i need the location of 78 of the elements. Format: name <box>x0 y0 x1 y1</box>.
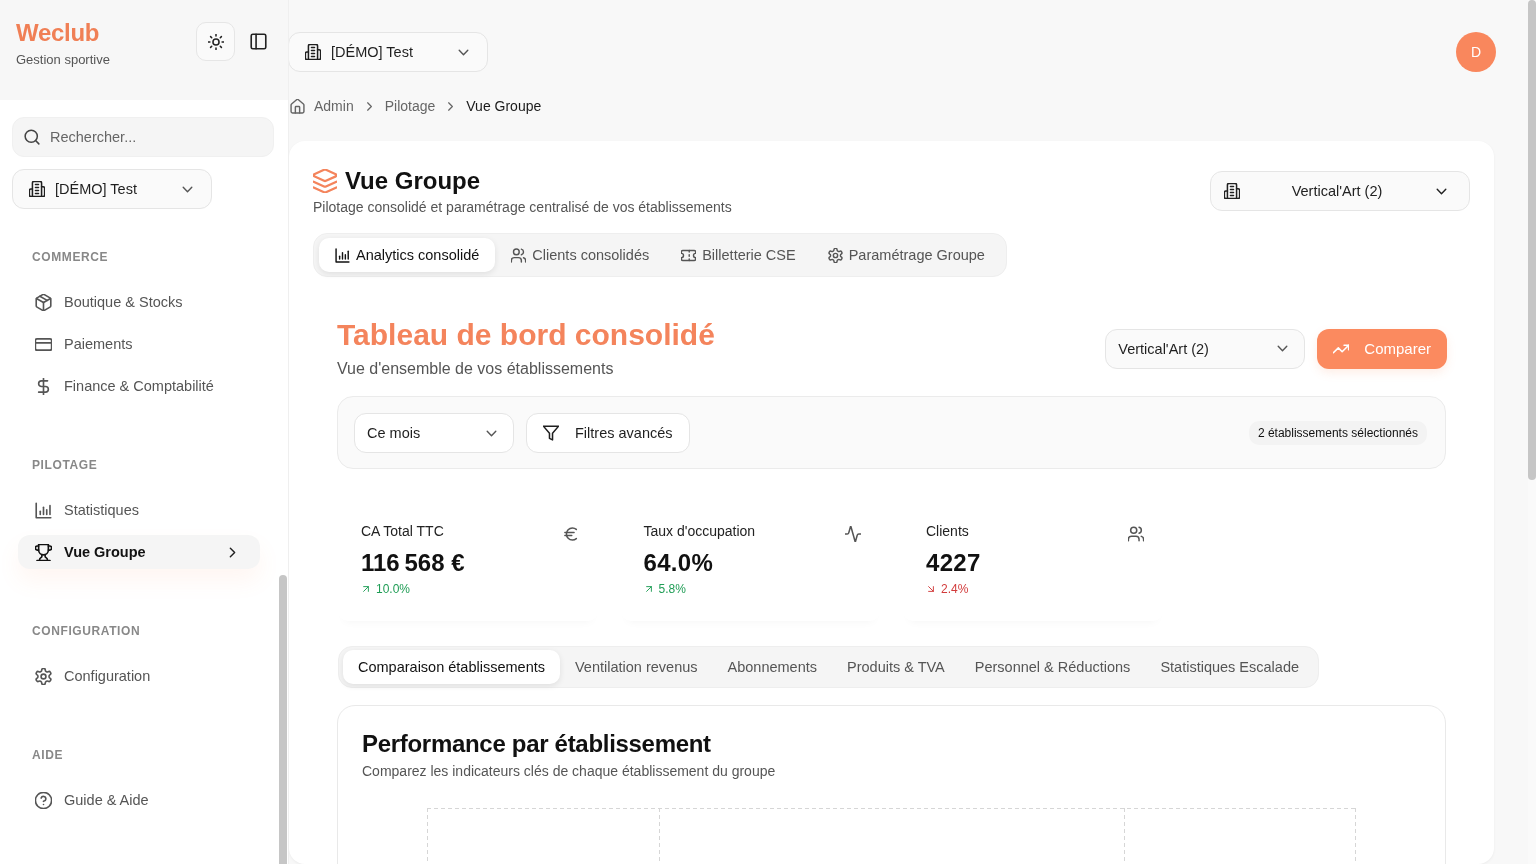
scrollbar[interactable] <box>279 575 287 864</box>
gear-icon <box>35 667 52 685</box>
tab[interactable]: Billetterie CSE <box>665 238 812 272</box>
kpi-value: 4227 <box>926 549 982 577</box>
sidebar-item[interactable]: Statistiques <box>18 493 260 527</box>
ticket-icon <box>681 247 697 263</box>
section-heading: AIDE <box>31 747 65 763</box>
performance-subtitle: Comparez les indicateurs clés de chaque établissement du groupe <box>362 762 777 781</box>
theme-toggle-button[interactable] <box>196 22 235 61</box>
tab[interactable]: Statistiques Escalade <box>1145 650 1314 684</box>
kpi-change: 10.0% <box>376 581 411 597</box>
workspace-select[interactable]: [DÉMO] Test <box>12 169 212 209</box>
kpi-label: Clients <box>926 522 969 541</box>
scrollbar[interactable] <box>1528 0 1536 480</box>
sidebar-item[interactable]: Finance & Comptabilité <box>18 369 260 403</box>
users-icon <box>1127 526 1144 542</box>
tab[interactable]: Produits & TVA <box>832 650 960 684</box>
page-subtitle: Pilotage consolidé et paramétrage centralisé de vos établissements <box>313 198 732 217</box>
sidebar-item[interactable]: Configuration <box>18 659 260 693</box>
home-icon <box>290 98 305 114</box>
breadcrumb-link[interactable]: Admin <box>314 98 354 114</box>
breadcrumb-current: Vue Groupe <box>466 98 542 114</box>
bar-chart-icon <box>35 501 52 519</box>
selection-count-badge: 2 établissements sélectionnés <box>1248 421 1427 445</box>
sidebar-item[interactable]: Guide & Aide <box>18 783 260 817</box>
kpi-label: CA Total TTC <box>361 522 444 541</box>
gear-icon <box>827 247 843 263</box>
page-title: Vue Groupe <box>345 166 481 196</box>
section-heading: PILOTAGE <box>31 457 99 473</box>
period-select[interactable]: Ce mois <box>354 413 514 453</box>
kpi-change: 5.8% <box>658 581 686 597</box>
kpi-value: 116 568 € <box>361 549 466 577</box>
sidebar-item[interactable]: Vue Groupe <box>18 535 260 569</box>
arrow-up-right-icon <box>361 584 371 594</box>
kpi-label: Taux d'occupation <box>643 522 756 541</box>
filter-icon <box>543 425 559 441</box>
breadcrumb-link[interactable]: Pilotage <box>384 98 436 114</box>
bar-chart-icon <box>335 247 350 263</box>
sun-icon <box>207 33 224 50</box>
group-select[interactable]: Vertical'Art (2) <box>1105 328 1306 369</box>
arrow-down-right-icon <box>926 584 936 594</box>
building-icon <box>1224 183 1240 199</box>
group-select[interactable]: Vertical'Art (2) <box>1210 171 1470 211</box>
credit-card-icon <box>35 335 52 353</box>
box-icon <box>35 293 52 311</box>
tab[interactable]: Abonnements <box>712 650 832 684</box>
section-heading: COMMERCE <box>31 249 110 265</box>
layers-icon <box>313 169 337 193</box>
pulse-icon <box>845 526 861 542</box>
trophy-icon <box>35 543 52 561</box>
panel-icon <box>249 33 267 50</box>
kpi-value: 64.0% <box>643 549 715 577</box>
help-icon <box>35 791 52 809</box>
dashboard-subtitle: Vue d'ensemble de vos établissements <box>337 359 615 379</box>
dollar-icon <box>35 377 52 395</box>
performance-title: Performance par établissement <box>362 729 712 759</box>
tab[interactable]: Paramétrage Groupe <box>811 238 1001 272</box>
brand-name: Weclub <box>16 19 101 47</box>
section-heading: CONFIGURATION <box>31 623 142 639</box>
users-icon <box>511 247 527 263</box>
tab[interactable]: Personnel & Réductions <box>959 650 1146 684</box>
arrow-up-right-icon <box>643 584 654 594</box>
tab[interactable]: Analytics consolidé <box>319 238 496 272</box>
advanced-filters-button[interactable]: Filtres avancés <box>526 413 690 453</box>
building-icon <box>305 44 321 60</box>
kpi-change: 2.4% <box>941 581 969 597</box>
sidebar-item[interactable]: Paiements <box>18 327 260 361</box>
workspace-select[interactable]: [DÉMO] Test <box>288 32 488 72</box>
brand-tagline: Gestion sportive <box>16 51 110 69</box>
sidebar-item[interactable]: Boutique & Stocks <box>18 285 260 319</box>
search-icon <box>24 129 40 145</box>
euro-icon <box>562 526 579 542</box>
tab[interactable]: Clients consolidés <box>495 238 666 272</box>
building-icon <box>29 181 45 197</box>
tab[interactable]: Ventilation revenus <box>560 650 713 684</box>
tab[interactable]: Comparaison établissements <box>343 650 560 684</box>
search-field[interactable]: Rechercher... <box>12 117 274 157</box>
dashboard-title: Tableau de bord consolidé <box>337 317 715 353</box>
